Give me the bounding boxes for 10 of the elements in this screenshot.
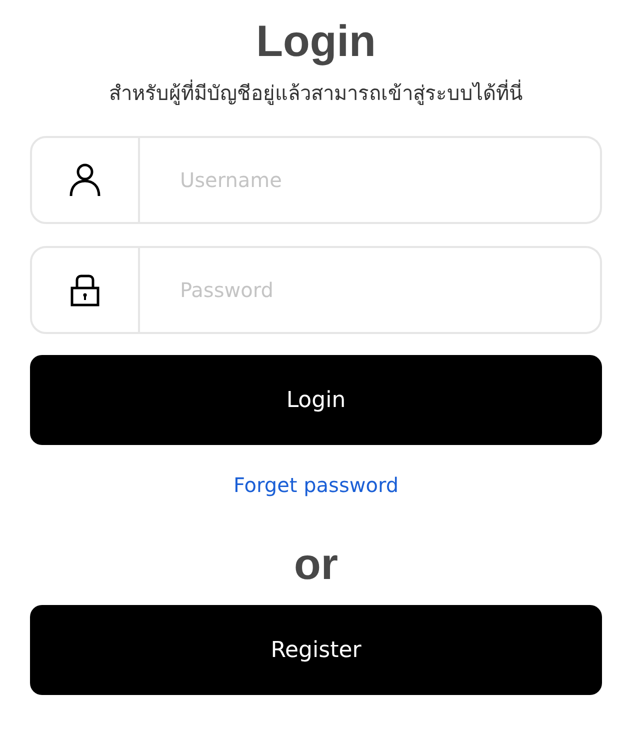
or-separator: or xyxy=(294,539,338,591)
forgot-password-link[interactable]: Forget password xyxy=(233,471,399,499)
user-icon xyxy=(69,163,101,197)
page-title: Login xyxy=(256,16,376,68)
password-field[interactable]: Password xyxy=(140,246,602,334)
username-field[interactable]: Username xyxy=(140,136,602,224)
subtitle: สำหรับผู้ที่มีบัญชีอยู่แล้วสามารถเข้าสู่ระบบได้ที่นี่ xyxy=(109,78,523,107)
login-button[interactable]: Login xyxy=(30,355,602,445)
lock-icon xyxy=(70,273,100,307)
register-button[interactable]: Register xyxy=(30,605,602,695)
